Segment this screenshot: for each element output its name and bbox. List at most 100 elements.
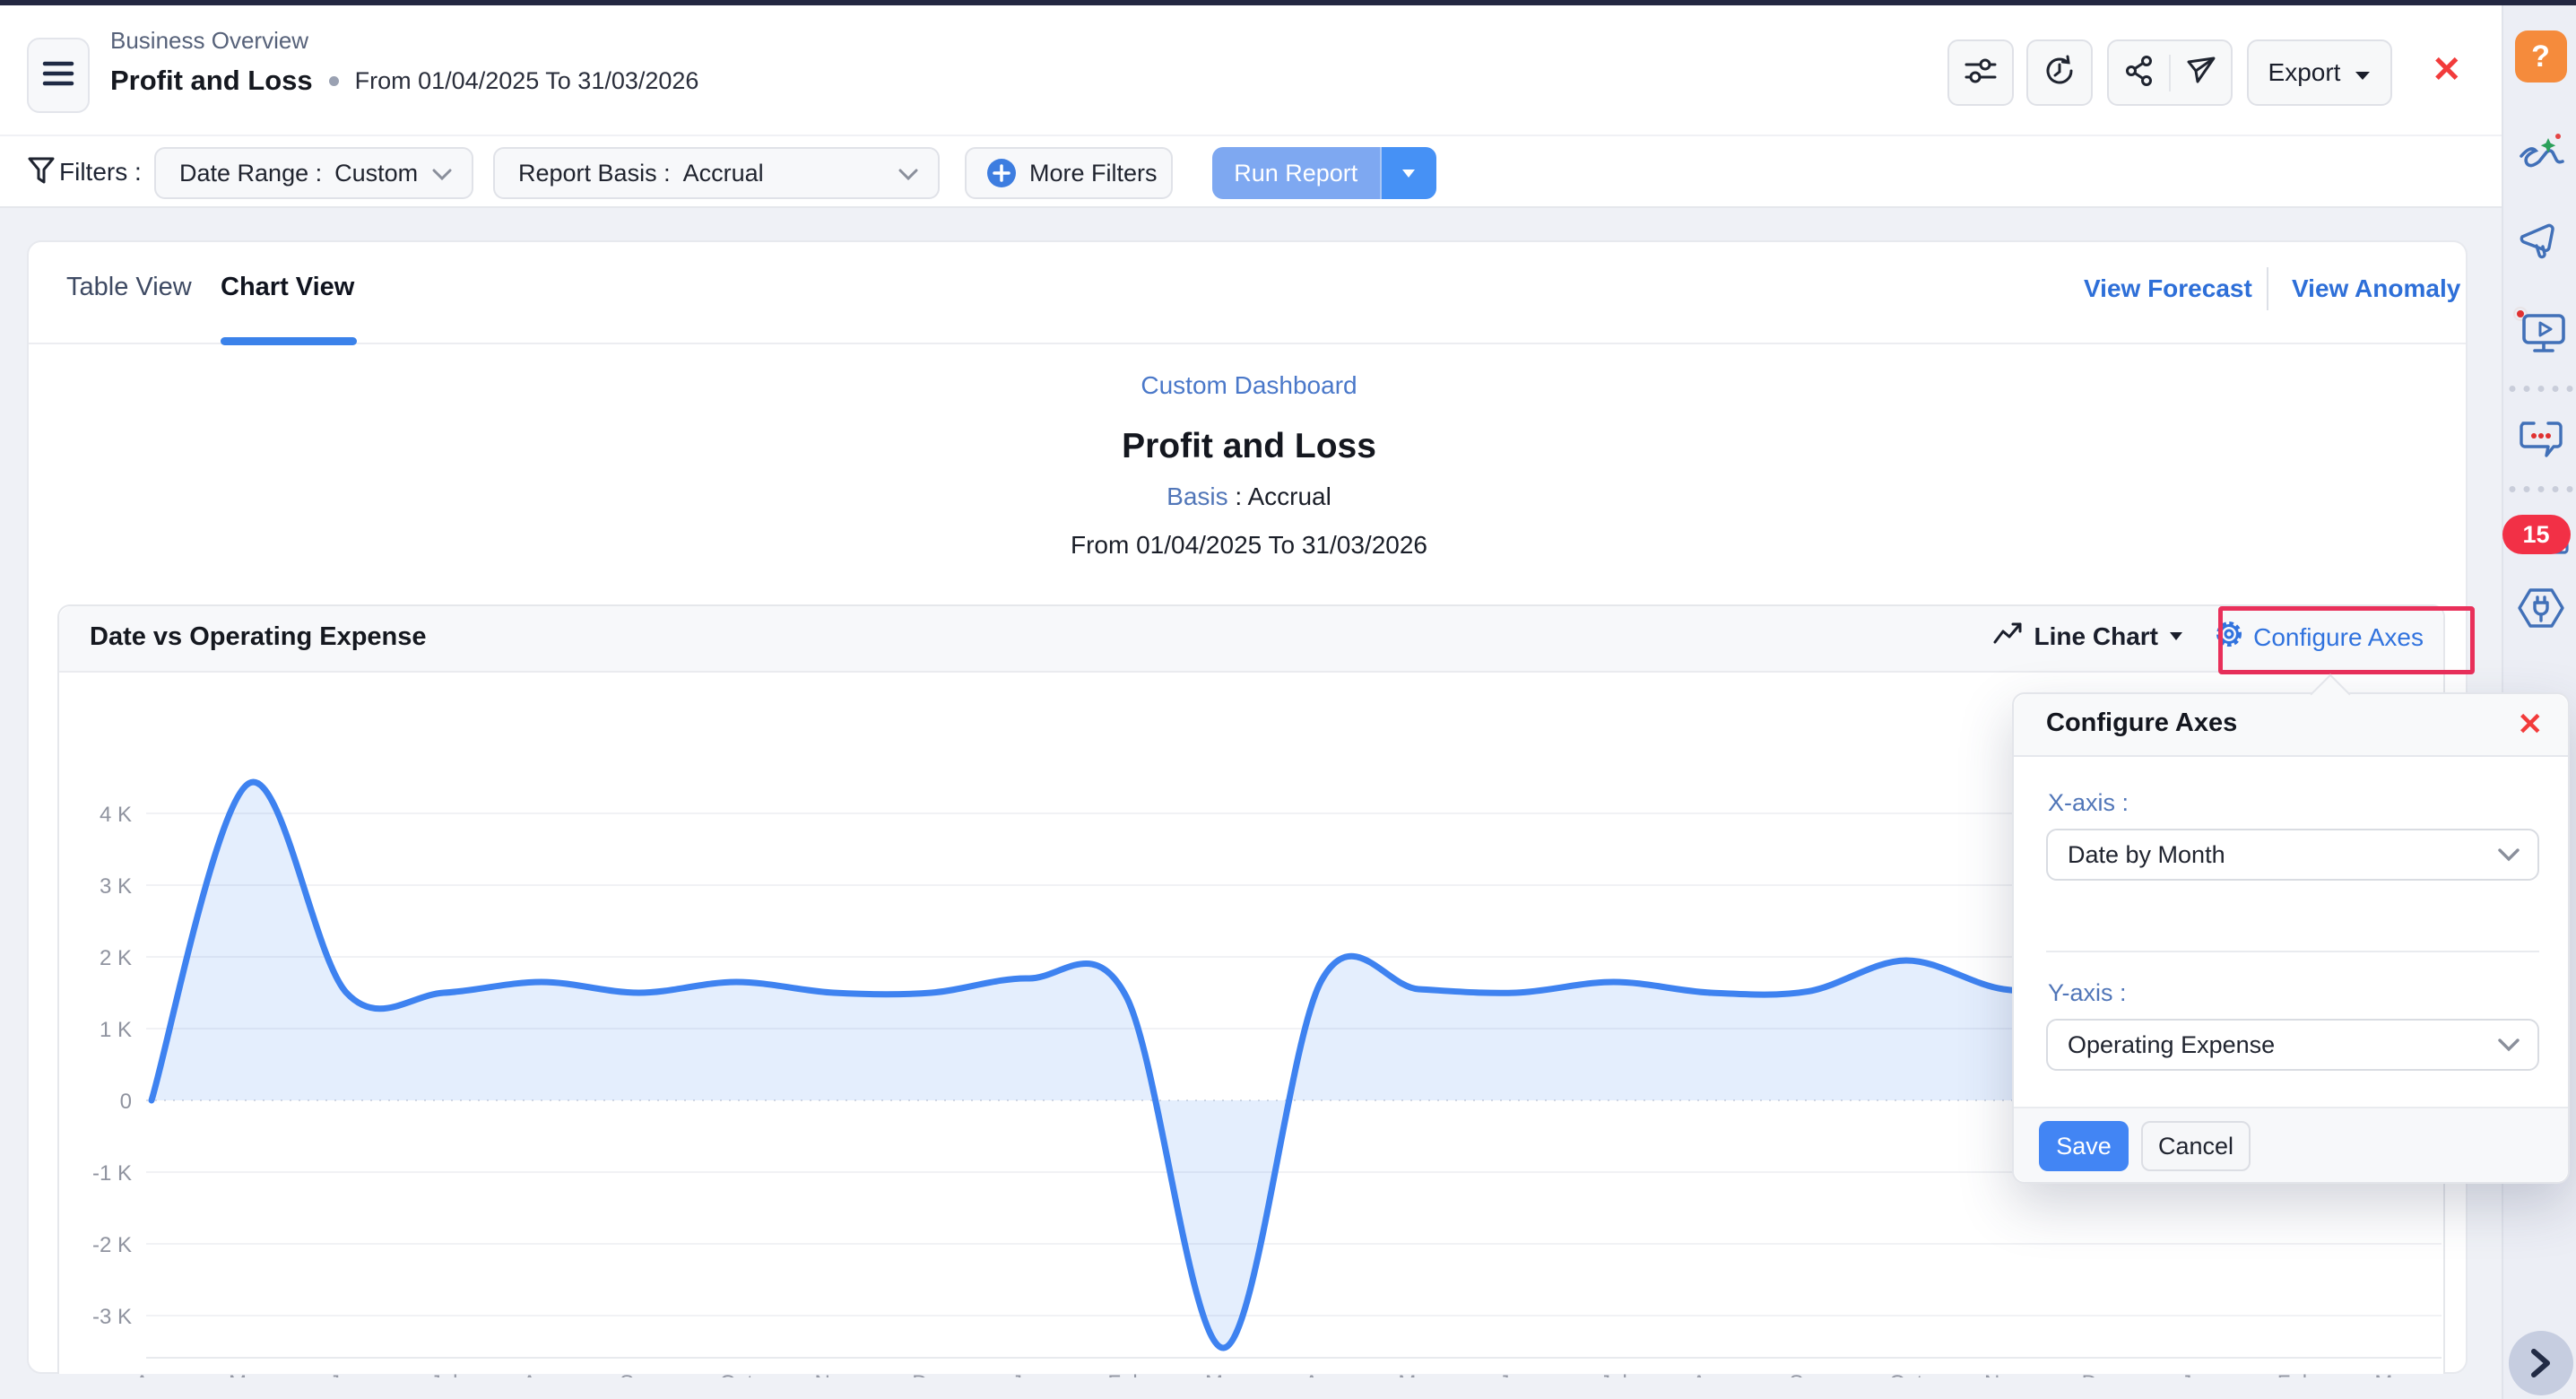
popup-divider	[2046, 951, 2539, 952]
x-axis-label: X-axis :	[2048, 789, 2129, 817]
send-button[interactable]	[2171, 55, 2231, 91]
y-axis-tick-label: -1 K	[92, 1161, 132, 1186]
y-axis-select[interactable]: Operating Expense	[2046, 1019, 2539, 1071]
y-axis-tick-label: 0	[120, 1090, 132, 1114]
basis-value: Accrual	[1247, 482, 1331, 510]
share-send-group	[2107, 39, 2233, 106]
sidebar-separator-dots	[2509, 486, 2572, 492]
x-axis-month-label: Oct	[720, 1371, 754, 1377]
x-axis-month-label: Oct	[1889, 1371, 1923, 1377]
x-axis-month-label: Mar	[1205, 1371, 1242, 1377]
x-axis-month-label: Nov	[815, 1371, 854, 1377]
popup-header: Configure Axes ✕	[2014, 694, 2568, 757]
x-axis-month-label: Sep	[1790, 1371, 1828, 1377]
header-date-range: From 01/04/2025 To 31/03/2026	[355, 67, 699, 95]
y-axis-tick-label: -2 K	[92, 1233, 132, 1257]
x-axis-month-label: Aug	[1692, 1371, 1730, 1377]
view-tabs-row: Table View Chart View View Forecast View…	[29, 242, 2466, 344]
app-root: Business Overview Profit and Loss From 0…	[0, 0, 2576, 1399]
x-axis-month-label: Aug	[522, 1371, 560, 1377]
y-axis-tick-label: 2 K	[100, 946, 132, 970]
active-tab-indicator	[221, 337, 357, 345]
title-row: Profit and Loss From 01/04/2025 To 31/03…	[110, 65, 698, 97]
x-axis-month-label: Apr	[134, 1371, 168, 1377]
caret-down-icon	[2169, 631, 2183, 641]
chart-type-dropdown[interactable]: Line Chart	[1993, 621, 2183, 652]
menu-button[interactable]	[27, 38, 90, 113]
x-axis-value: Date by Month	[2068, 841, 2225, 869]
help-icon[interactable]: ?	[2515, 30, 2567, 83]
more-filters-button[interactable]: More Filters	[965, 147, 1173, 199]
export-button[interactable]: Export	[2247, 39, 2392, 106]
chevron-down-icon	[2498, 848, 2520, 862]
x-axis-month-label: Sep	[620, 1371, 658, 1377]
report-basis-label: Report Basis :	[518, 160, 671, 187]
custom-dashboard-link[interactable]: Custom Dashboard	[29, 371, 2469, 400]
chevron-right-icon	[2529, 1348, 2553, 1378]
dot-separator	[329, 76, 339, 86]
save-button[interactable]: Save	[2039, 1121, 2129, 1171]
report-title: Profit and Loss	[29, 427, 2469, 466]
x-axis-select[interactable]: Date by Month	[2046, 829, 2539, 881]
chevron-down-icon	[432, 160, 452, 187]
y-axis-value: Operating Expense	[2068, 1031, 2275, 1059]
breadcrumb[interactable]: Business Overview	[110, 27, 308, 55]
popup-close-button[interactable]: ✕	[2518, 707, 2544, 743]
integrations-icon[interactable]	[2515, 585, 2567, 636]
customize-columns-button[interactable]	[1947, 39, 2014, 106]
close-report-button[interactable]: ✕	[2432, 52, 2462, 88]
configure-axes-popup: Configure Axes ✕ X-axis : Date by Month …	[2012, 692, 2570, 1184]
export-label: Export	[2268, 58, 2341, 87]
tab-table-view[interactable]: Table View	[66, 273, 192, 302]
feedback-chat-icon[interactable]	[2516, 416, 2566, 467]
cancel-button[interactable]: Cancel	[2141, 1121, 2251, 1171]
chart-panel-header: Date vs Operating Expense Line Chart Con…	[59, 606, 2443, 673]
trend-line-icon	[1993, 621, 2024, 652]
x-axis-month-label: Dec	[2082, 1371, 2121, 1377]
chart-panel-title: Date vs Operating Expense	[90, 622, 427, 652]
report-period: From 01/04/2025 To 31/03/2026	[29, 531, 2469, 560]
megaphone-icon[interactable]	[2517, 217, 2565, 266]
x-axis-month-label: Dec	[912, 1371, 950, 1377]
scroll-next-button[interactable]	[2509, 1331, 2573, 1395]
refresh-button[interactable]	[2026, 39, 2093, 106]
video-demo-icon[interactable]	[2513, 307, 2569, 361]
y-axis-tick-label: 4 K	[100, 803, 132, 827]
help-glyph: ?	[2531, 39, 2550, 74]
date-range-value: Custom	[334, 160, 418, 187]
view-forecast-link[interactable]: View Forecast	[2084, 274, 2252, 303]
y-axis-tick-label: 3 K	[100, 874, 132, 899]
share-button[interactable]	[2109, 55, 2171, 91]
run-report-dropdown[interactable]	[1380, 147, 1437, 199]
refresh-clock-icon	[2043, 54, 2077, 92]
chart-type-label: Line Chart	[2034, 622, 2158, 651]
report-basis-line: Basis : Accrual	[29, 482, 2469, 511]
sidebar-separator-dots	[2509, 386, 2572, 392]
report-header: Business Overview Profit and Loss From 0…	[0, 5, 2502, 135]
caret-down-icon	[2355, 58, 2371, 87]
share-icon	[2124, 55, 2155, 91]
y-axis-label: Y-axis :	[2048, 979, 2127, 1007]
popup-title: Configure Axes	[2046, 708, 2237, 738]
report-basis-value: Accrual	[683, 160, 764, 187]
funnel-icon	[27, 156, 56, 191]
run-report-button[interactable]: Run Report	[1212, 147, 1436, 199]
x-axis-month-label: Apr	[1305, 1371, 1338, 1377]
view-anomaly-link[interactable]: View Anomaly	[2292, 274, 2460, 303]
popup-footer: Save Cancel	[2014, 1107, 2568, 1182]
x-axis-month-label: Mar	[2374, 1371, 2411, 1377]
y-axis-tick-label: -3 K	[92, 1305, 132, 1329]
notifications-icon[interactable]: 15	[2510, 513, 2572, 568]
send-icon	[2185, 55, 2217, 91]
tab-chart-view[interactable]: Chart View	[221, 273, 354, 302]
date-range-label: Date Range :	[179, 160, 322, 187]
x-axis-month-label: Feb	[1107, 1371, 1144, 1377]
date-range-filter[interactable]: Date Range : Custom	[154, 147, 473, 199]
report-basis-filter[interactable]: Report Basis : Accrual	[493, 147, 940, 199]
chevron-down-icon	[2498, 1038, 2520, 1052]
zia-icon[interactable]	[2516, 129, 2566, 182]
more-filters-label: More Filters	[1029, 160, 1158, 187]
x-axis-month-label: Jun	[329, 1371, 364, 1377]
run-report-label[interactable]: Run Report	[1212, 147, 1380, 199]
menu-icon	[42, 59, 74, 92]
